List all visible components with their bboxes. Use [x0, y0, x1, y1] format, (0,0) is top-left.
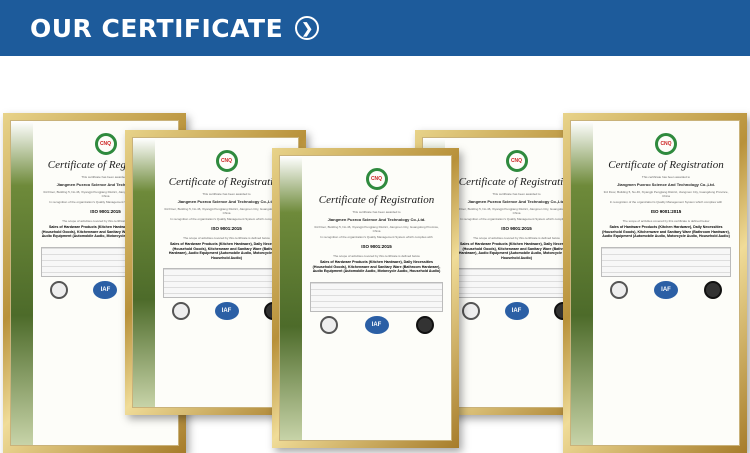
scope-text: Sales of Hardware Products (Kitchen Hard…	[312, 260, 441, 273]
scope-intro: The scope of activities covered by this …	[183, 236, 270, 240]
certificate-title: Certificate of Registration	[608, 159, 724, 171]
iso-standard: ISO 9001:2015	[650, 209, 682, 214]
cnq-seal-icon: CNQ	[505, 150, 528, 172]
seal-text: CNQ	[220, 158, 233, 164]
chevron-right-circle-icon[interactable]: ❯	[295, 16, 320, 40]
decorative-stripe	[133, 138, 155, 407]
stamp-icon	[704, 280, 722, 299]
company-name: Jiangmen Puxroo Science And Technology C…	[617, 182, 715, 187]
iaf-label: IAF	[221, 308, 232, 314]
company-address: 3rd Floor, Building 5, No.46, Xiyangjü P…	[454, 207, 579, 215]
iaf-logo-icon: IAF	[214, 302, 239, 320]
scope-intro: The scope of activities covered by this …	[622, 219, 710, 223]
scope-intro: The scope of activities covered by this …	[473, 236, 560, 240]
stamp-icon	[415, 315, 434, 334]
iaf-logo-icon: IAF	[93, 280, 118, 299]
seal-text: CNQ	[370, 176, 383, 182]
company-address: 3rd Floor, Building 5, No.46, Xiyangjü P…	[603, 190, 729, 198]
decorative-stripe	[11, 121, 33, 445]
cnq-seal-icon: CNQ	[365, 168, 388, 190]
cnq-seal-icon: CNQ	[94, 133, 117, 155]
decorative-stripe	[280, 156, 302, 440]
certificate-details-table	[163, 268, 290, 298]
scope-text: Sales of Hardware Products (Kitchen Hard…	[168, 242, 285, 260]
section-title: OUR CERTIFICATE	[30, 13, 284, 43]
iaf-label: IAF	[371, 321, 382, 328]
certificate-details-table	[310, 281, 443, 312]
intro-text: This certificate has been awarded to	[492, 192, 541, 196]
recognition-text: In recognition of the organization's Qua…	[609, 200, 723, 204]
scope-text: Sales of Hardware Products (Kitchen Hard…	[602, 225, 730, 238]
seal-text: CNQ	[510, 158, 523, 164]
intro-text: This certificate has been awarded to	[202, 192, 251, 196]
company-name: Jiangmen Puxroo Science And Technology C…	[327, 217, 426, 222]
recognition-text: In recognition of the organization's Qua…	[320, 235, 433, 239]
seal-text: CNQ	[660, 141, 672, 147]
scope-text: Sales of Hardware Products (Kitchen Hard…	[458, 242, 575, 260]
cnq-seal-icon: CNQ	[215, 150, 238, 172]
cnas-logo-icon	[610, 280, 628, 299]
cnas-logo-icon	[171, 302, 190, 320]
certificate: CNQ Certificate of Registration This cer…	[279, 155, 452, 441]
section-header: OUR CERTIFICATE ❯	[0, 0, 750, 56]
recognition-text: In recognition of the organization's Qua…	[170, 217, 283, 221]
certificate-frame[interactable]: CNQ Certificate of Registration This cer…	[563, 113, 747, 453]
certificate: CNQ Certificate of Registration This cer…	[570, 120, 740, 446]
seal-text: CNQ	[99, 141, 112, 147]
cnas-logo-icon	[319, 315, 338, 334]
iaf-logo-icon: IAF	[654, 280, 678, 299]
decorative-stripe	[571, 121, 593, 445]
intro-text: This certificate has been awarded to	[641, 175, 691, 179]
intro-text: This certificate has been awarded to	[352, 210, 401, 214]
iaf-label: IAF	[511, 308, 522, 314]
cnas-logo-icon	[461, 302, 480, 320]
certificate-frame[interactable]: CNQ Certificate of Registration This cer…	[272, 148, 459, 448]
certificate-details-table	[601, 246, 731, 277]
certificate-details-table	[453, 268, 580, 298]
iaf-logo-icon: IAF	[364, 315, 389, 334]
scope-intro: The scope of activities covered by this …	[333, 254, 420, 258]
recognition-text: In recognition of the organization's Qua…	[460, 217, 573, 221]
iso-standard: ISO 9001:2015	[361, 244, 392, 249]
iaf-label: IAF	[100, 286, 111, 293]
cnas-logo-icon	[49, 280, 68, 299]
company-address: 3rd Floor, Building 5, No.46, Xiyangjü P…	[164, 207, 289, 215]
cnq-seal-icon: CNQ	[655, 133, 677, 155]
certificate-title: Certificate of Registration	[318, 194, 435, 206]
iaf-label: IAF	[661, 286, 671, 293]
iaf-logo-icon: IAF	[504, 302, 529, 320]
company-address: 3rd Floor, Building 5, No.46, Xiyangjü P…	[314, 225, 439, 233]
